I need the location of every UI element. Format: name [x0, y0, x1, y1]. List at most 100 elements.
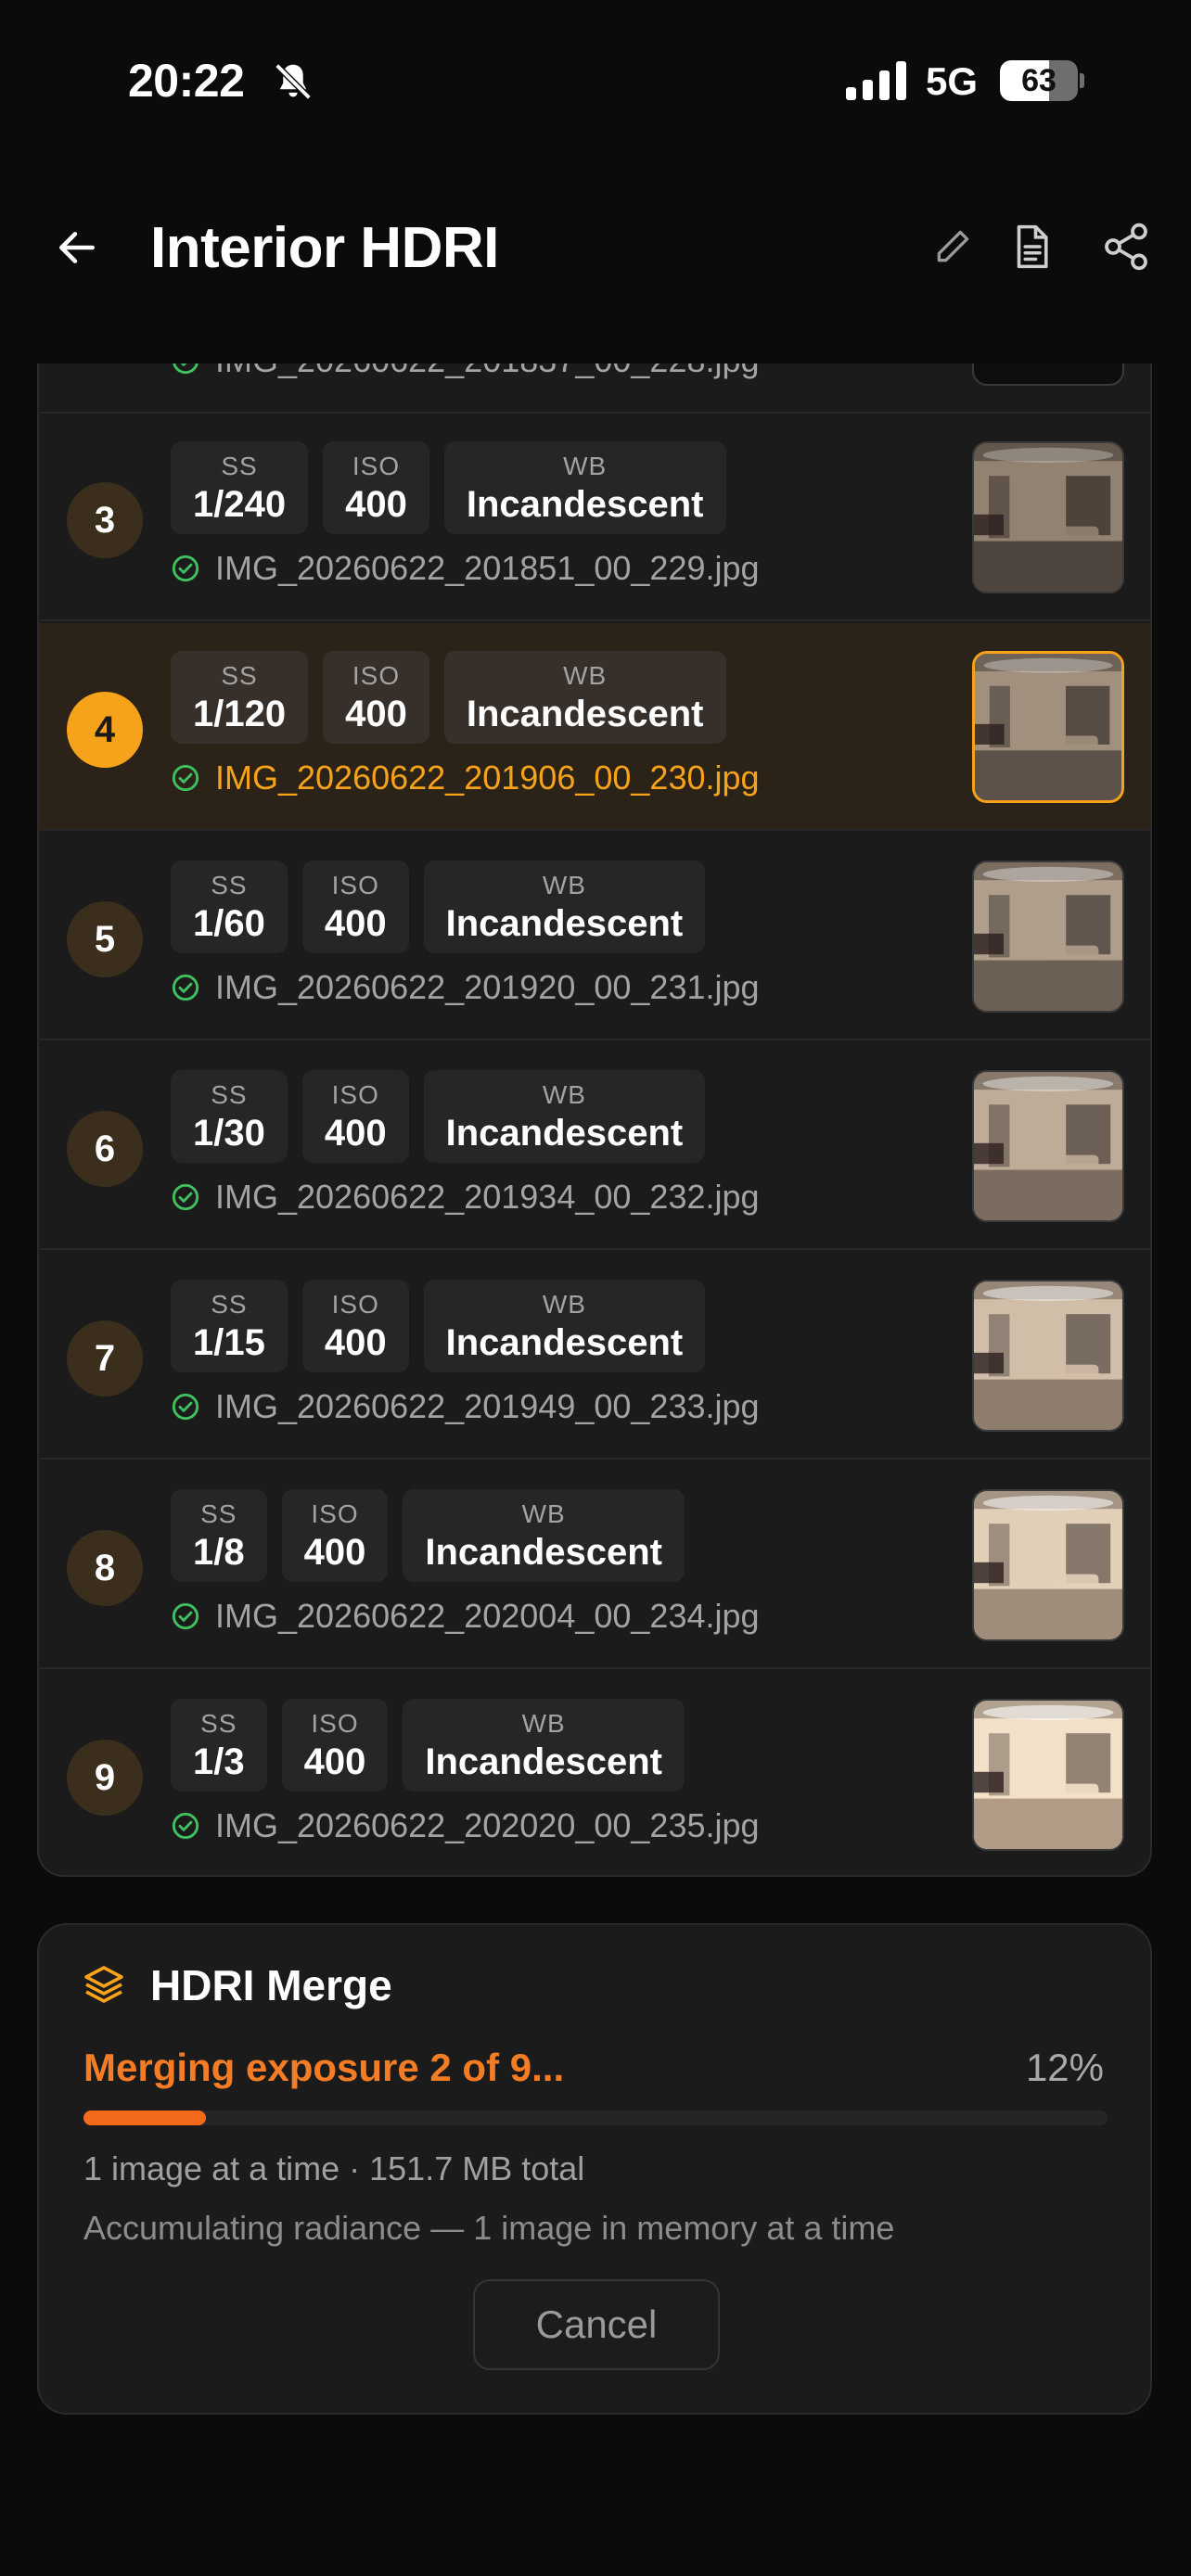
exposure-settings: SS 1/3 ISO 400 WB Incandescent — [171, 1699, 685, 1792]
battery-indicator: 63 — [1000, 60, 1084, 101]
file-name: IMG_20260622_201920_00_231.jpg — [215, 968, 760, 1006]
chip-label: SS — [221, 661, 258, 690]
white-balance-chip: WB Incandescent — [403, 1699, 685, 1792]
exposure-thumbnail[interactable] — [972, 651, 1124, 803]
share-button[interactable] — [1096, 217, 1156, 276]
thumbnail-image — [974, 443, 1122, 592]
merge-note: Accumulating radiance — 1 image in memor… — [83, 2209, 895, 2247]
chip-label: ISO — [352, 452, 401, 480]
iso-chip: ISO 400 — [301, 861, 409, 953]
page-title: Interior HDRI — [150, 216, 499, 280]
file-name: IMG_20260622_201851_00_229.jpg — [215, 549, 760, 587]
exposure-row[interactable]: 5 SS 1/60 ISO 400 WB Incandescent IMG_20… — [39, 833, 1150, 1040]
shutter-speed-chip: SS 1/3 — [171, 1699, 267, 1792]
exposure-thumbnail[interactable] — [972, 1070, 1124, 1222]
white-balance-value: Incandescent — [445, 1322, 684, 1363]
shutter-speed-value: 1/15 — [193, 1322, 265, 1363]
file-line: IMG_20260622_201837_00_228.jpg — [171, 363, 760, 380]
exposure-thumbnail[interactable] — [972, 441, 1124, 593]
check-circle-icon — [172, 974, 199, 1001]
file-line: IMG_20260622_202020_00_235.jpg — [171, 1806, 760, 1845]
exposure-row[interactable]: 9 SS 1/3 ISO 400 WB Incandescent IMG_202… — [39, 1671, 1150, 1875]
exposure-row[interactable]: 8 SS 1/8 ISO 400 WB Incandescent IMG_202… — [39, 1461, 1150, 1669]
chip-label: WB — [563, 452, 608, 480]
white-balance-value: Incandescent — [466, 694, 704, 734]
merge-progress-fill — [83, 2111, 207, 2125]
merge-panel: HDRI Merge Merging exposure 2 of 9... 12… — [37, 1923, 1152, 2415]
exposure-row-partial[interactable]: IMG_20260622_201837_00_228.jpg — [39, 363, 1150, 414]
exposure-settings: SS 1/120 ISO 400 WB Incandescent — [171, 651, 726, 744]
back-button[interactable] — [46, 217, 108, 278]
white-balance-value: Incandescent — [445, 903, 684, 944]
white-balance-chip: WB Incandescent — [443, 651, 726, 744]
exposure-row[interactable]: 3 SS 1/240 ISO 400 WB Incandescent IMG_2… — [39, 414, 1150, 621]
battery-percent: 63 — [1021, 63, 1057, 98]
cancel-button[interactable]: Cancel — [473, 2279, 720, 2370]
chip-label: ISO — [311, 1499, 359, 1528]
shutter-speed-chip: SS 1/15 — [171, 1280, 288, 1372]
exposure-row[interactable]: 4 SS 1/120 ISO 400 WB Incandescent IMG_2… — [39, 623, 1150, 831]
chip-label: ISO — [311, 1709, 359, 1738]
thumbnail-image — [974, 1701, 1122, 1849]
exposure-number: 3 — [67, 482, 143, 558]
file-line: IMG_20260622_201851_00_229.jpg — [171, 549, 760, 588]
exposure-row[interactable]: 6 SS 1/30 ISO 400 WB Incandescent IMG_20… — [39, 1042, 1150, 1250]
pencil-icon — [937, 230, 969, 262]
file-line: IMG_20260622_201934_00_232.jpg — [171, 1178, 760, 1217]
file-line: IMG_20260622_201906_00_230.jpg — [171, 759, 760, 797]
iso-chip: ISO 400 — [323, 651, 429, 744]
status-time: 20:22 — [128, 55, 245, 107]
check-circle-icon — [172, 1183, 199, 1211]
exposure-row[interactable]: 7 SS 1/15 ISO 400 WB Incandescent IMG_20… — [39, 1252, 1150, 1460]
merge-percent: 12% — [1025, 2046, 1104, 2089]
bell-muted-icon — [275, 63, 312, 100]
shutter-speed-chip: SS 1/120 — [171, 651, 309, 744]
iso-value: 400 — [303, 1741, 366, 1782]
document-button[interactable] — [1002, 217, 1061, 276]
shutter-speed-value: 1/120 — [193, 694, 287, 734]
iso-value: 400 — [324, 903, 387, 944]
merge-progress-bar — [83, 2111, 1108, 2125]
status-bar: 20:22 5G 63 — [0, 0, 1191, 162]
file-name: IMG_20260622_201949_00_233.jpg — [215, 1387, 760, 1425]
iso-value: 400 — [303, 1532, 366, 1573]
check-circle-icon — [172, 1812, 199, 1840]
exposure-settings: SS 1/8 ISO 400 WB Incandescent — [171, 1489, 685, 1582]
edit-button[interactable] — [923, 217, 982, 276]
app-header: Interior HDRI — [0, 195, 1191, 306]
thumbnail-image — [974, 1491, 1122, 1639]
exposure-number: 9 — [67, 1740, 143, 1816]
white-balance-chip: WB Incandescent — [423, 861, 706, 953]
chip-label: SS — [221, 452, 258, 480]
white-balance-value: Incandescent — [425, 1532, 663, 1573]
network-label: 5G — [926, 59, 979, 103]
exposure-list[interactable]: IMG_20260622_201837_00_228.jpg 3 SS 1/24… — [37, 363, 1152, 1877]
back-arrow-icon — [59, 232, 95, 263]
shutter-speed-chip: SS 1/8 — [171, 1489, 267, 1582]
white-balance-value: Incandescent — [466, 484, 704, 525]
iso-chip: ISO 400 — [301, 1070, 409, 1163]
check-circle-icon — [173, 363, 198, 375]
exposure-thumbnail[interactable] — [972, 1699, 1124, 1851]
shutter-speed-chip: SS 1/30 — [171, 1070, 288, 1163]
file-name: IMG_20260622_202004_00_234.jpg — [215, 1597, 760, 1635]
chip-label: WB — [521, 1709, 566, 1738]
exposure-thumbnail[interactable] — [972, 1280, 1124, 1432]
iso-value: 400 — [345, 694, 407, 734]
exposure-settings: SS 1/30 ISO 400 WB Incandescent — [171, 1070, 706, 1163]
chip-label: WB — [542, 1080, 586, 1109]
file-line: IMG_20260622_201920_00_231.jpg — [171, 968, 760, 1007]
file-name: IMG_20260622_201906_00_230.jpg — [215, 759, 760, 797]
exposure-thumbnail[interactable] — [972, 1489, 1124, 1641]
exposure-thumbnail[interactable] — [972, 861, 1124, 1013]
exposure-number: 8 — [67, 1530, 143, 1606]
file-name: IMG_20260622_202020_00_235.jpg — [215, 1806, 760, 1844]
exposure-settings: SS 1/60 ISO 400 WB Incandescent — [171, 861, 706, 953]
exposure-thumbnail[interactable] — [972, 363, 1124, 386]
layers-icon — [84, 1966, 123, 2003]
exposure-settings: SS 1/15 ISO 400 WB Incandescent — [171, 1280, 706, 1372]
check-circle-icon — [172, 1602, 199, 1630]
iso-chip: ISO 400 — [281, 1489, 389, 1582]
file-line: IMG_20260622_202004_00_234.jpg — [171, 1597, 760, 1636]
signal-icon — [846, 61, 906, 100]
